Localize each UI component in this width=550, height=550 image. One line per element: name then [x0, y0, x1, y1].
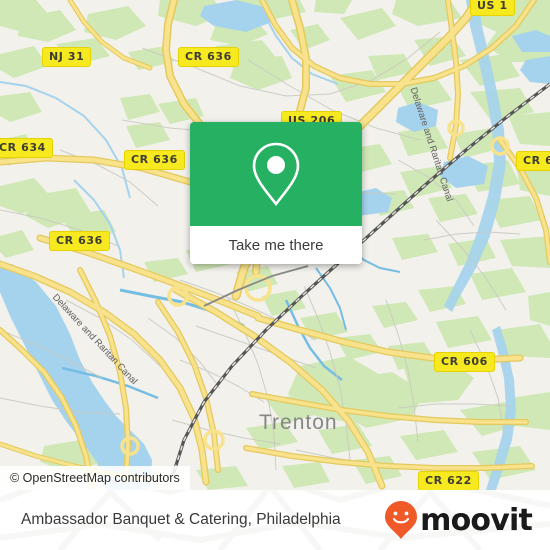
moovit-place-card: NJ 31 CR 636 US 1 US 206 CR 634 CR 636 C…: [0, 0, 550, 550]
footer-bar: Ambassador Banquet & Catering, Philadelp…: [0, 490, 550, 550]
moovit-wordmark: moovit: [420, 502, 533, 538]
osm-attribution[interactable]: © OpenStreetMap contributors: [0, 466, 190, 490]
road-shield-cr-636-mid[interactable]: CR 636: [124, 150, 185, 170]
popup-header: [190, 122, 362, 226]
moovit-pin-icon: [385, 501, 418, 539]
popup-cta-label: Take me there: [228, 236, 324, 254]
place-popup-card[interactable]: Take me there: [190, 122, 362, 264]
road-shield-us-1[interactable]: US 1: [470, 0, 515, 16]
road-shield-cr-636-top[interactable]: CR 636: [178, 47, 239, 67]
road-shield-cr-634[interactable]: CR 634: [0, 138, 53, 158]
map-canvas[interactable]: NJ 31 CR 636 US 1 US 206 CR 634 CR 636 C…: [0, 0, 550, 490]
road-shield-nj-31[interactable]: NJ 31: [42, 47, 92, 67]
city-label-trenton: Trenton: [259, 411, 338, 434]
road-shield-cr-622[interactable]: CR 622: [418, 471, 479, 490]
popup-cta[interactable]: Take me there: [190, 226, 362, 264]
road-shield-cr-64[interactable]: CR 64: [516, 151, 550, 171]
road-shield-cr-606[interactable]: CR 606: [434, 352, 495, 372]
place-title: Ambassador Banquet & Catering, Philadelp…: [21, 511, 341, 528]
moovit-brand[interactable]: moovit: [384, 500, 533, 540]
location-pin-icon: [252, 142, 300, 207]
road-shield-cr-636-left[interactable]: CR 636: [49, 231, 110, 251]
osm-attribution-text: © OpenStreetMap contributors: [10, 471, 180, 485]
